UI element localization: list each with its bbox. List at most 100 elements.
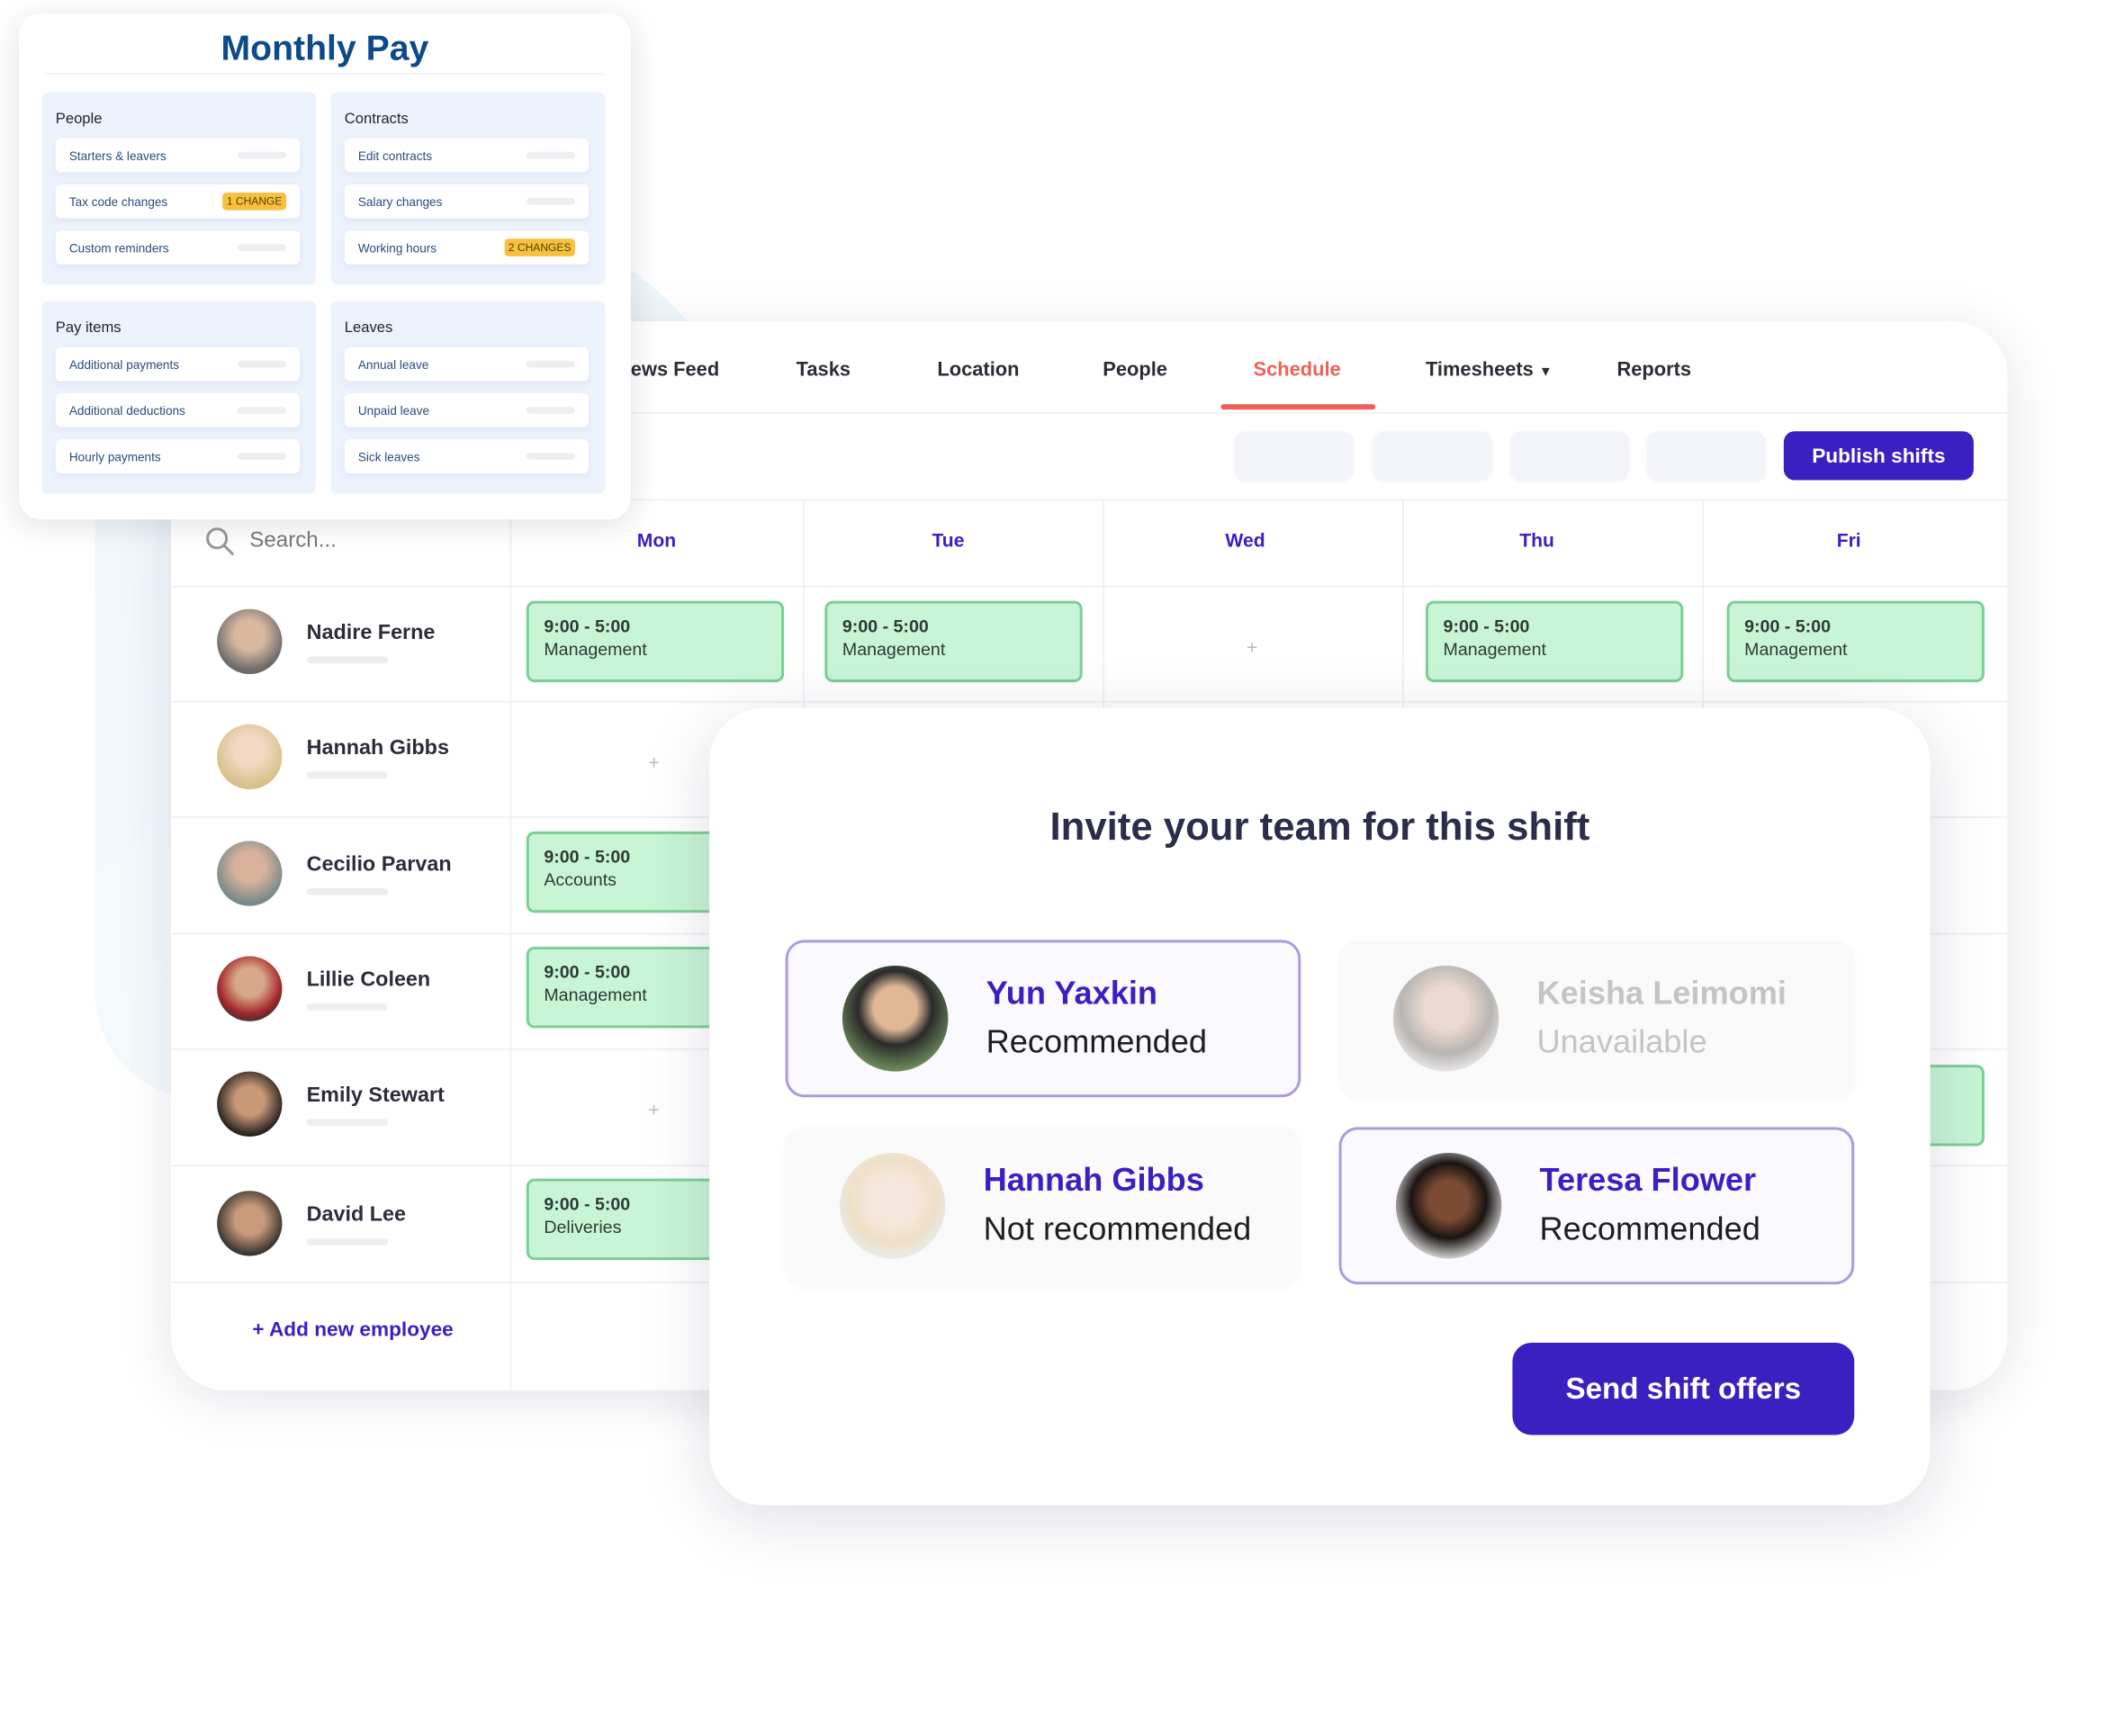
pay-item-label: Additional payments xyxy=(68,357,180,372)
toolbar-button[interactable] xyxy=(1373,431,1492,481)
send-shift-offers-button[interactable]: Send shift offers xyxy=(1512,1343,1855,1435)
tab-timesheets[interactable]: Timesheets ▼ xyxy=(1426,359,1553,381)
pay-item[interactable]: Additional deductions xyxy=(55,393,301,427)
section-pay-items: Pay items Additional payments Additional d… xyxy=(41,301,317,494)
pay-item-label: Annual leave xyxy=(357,357,429,372)
tab-schedule[interactable]: Schedule xyxy=(1254,359,1341,381)
employee-row[interactable]: Lillie Coleen xyxy=(217,956,430,1021)
placeholder-bar xyxy=(306,1003,389,1011)
employee-row[interactable]: Cecilio Parvan xyxy=(217,841,452,906)
section-leaves: Leaves Annual leave Unpaid leave Sick leave… xyxy=(330,301,606,494)
employee-row[interactable]: Emily Stewart xyxy=(217,1071,445,1137)
placeholder-bar xyxy=(306,655,389,663)
grid-line xyxy=(170,701,2008,703)
change-badge: 2 CHANGES xyxy=(504,238,576,256)
pay-item-label: Tax code changes xyxy=(68,194,168,209)
employee-name: Emily Stewart xyxy=(306,1083,445,1107)
monthly-pay-title: Monthly Pay xyxy=(221,27,429,68)
candidate-card[interactable]: Teresa Flower Recommended xyxy=(1338,1127,1855,1285)
pay-item[interactable]: Additional payments xyxy=(55,346,301,382)
candidate-card[interactable]: Yun Yaxkin Recommended xyxy=(785,940,1301,1098)
add-shift-icon[interactable]: + xyxy=(648,751,659,773)
tab-tasks[interactable]: Tasks xyxy=(797,359,851,381)
change-badge: 1 CHANGE xyxy=(222,193,286,211)
tab-news-feed[interactable]: ews Feed xyxy=(631,359,719,381)
candidate-name: Hannah Gibbs xyxy=(983,1162,1204,1200)
active-tab-indicator xyxy=(1220,404,1376,410)
pay-item[interactable]: Starters & leavers xyxy=(55,138,301,173)
shift-block[interactable]: 9:00 - 5:00 Management xyxy=(824,600,1083,683)
shift-role: Management xyxy=(544,638,647,660)
avatar xyxy=(1395,1153,1502,1259)
add-shift-icon[interactable]: + xyxy=(1247,636,1257,658)
grid-line xyxy=(170,586,2008,588)
employee-row[interactable]: Hannah Gibbs xyxy=(217,724,449,790)
section-people: People Starters & leavers Tax code changes… xyxy=(41,92,317,285)
tab-location[interactable]: Location xyxy=(937,359,1019,381)
pay-item[interactable]: Working hours 2 CHANGES xyxy=(344,230,590,265)
pay-item-label: Custom reminders xyxy=(68,240,169,255)
placeholder-bar xyxy=(237,151,286,159)
pay-item-label: Salary changes xyxy=(357,194,443,209)
section-heading: Contracts xyxy=(344,111,409,128)
publish-shifts-button[interactable]: Publish shifts xyxy=(1783,431,1974,481)
pay-item[interactable]: Annual leave xyxy=(344,346,590,382)
shift-time: 9:00 - 5:00 xyxy=(1744,616,1831,636)
add-employee-link[interactable]: + Add new employee xyxy=(252,1318,453,1342)
candidate-name: Yun Yaxkin xyxy=(986,975,1158,1012)
shift-block[interactable]: 9:00 - 5:00 Management xyxy=(526,600,785,683)
employee-name: Hannah Gibbs xyxy=(306,735,449,760)
tab-people[interactable]: People xyxy=(1103,359,1167,381)
employee-name: Nadire Ferne xyxy=(306,620,436,644)
shift-role: Management xyxy=(842,638,946,660)
avatar xyxy=(217,841,283,906)
placeholder-bar xyxy=(526,360,576,368)
employee-row[interactable]: Nadire Ferne xyxy=(217,608,436,675)
employee-row[interactable]: David Lee xyxy=(217,1191,406,1256)
pay-item[interactable]: Hourly payments xyxy=(55,439,301,473)
modal-title: Invite your team for this shift xyxy=(1049,805,1590,850)
candidate-status: Unavailable xyxy=(1536,1023,1707,1061)
employee-name: David Lee xyxy=(306,1202,406,1226)
placeholder-bar xyxy=(306,1118,389,1126)
grid-line xyxy=(509,499,512,1390)
shift-block[interactable]: 9:00 - 5:00 Management xyxy=(1425,600,1684,683)
avatar xyxy=(217,724,283,790)
avatar xyxy=(1392,966,1499,1072)
divider xyxy=(46,73,604,75)
pay-item-label: Working hours xyxy=(357,240,437,255)
search-icon xyxy=(206,527,235,556)
toolbar-button[interactable] xyxy=(1509,431,1630,481)
placeholder-bar xyxy=(526,453,576,460)
pay-item[interactable]: Edit contracts xyxy=(344,138,590,173)
candidate-card[interactable]: Hannah Gibbs Not recommended xyxy=(785,1127,1301,1285)
pay-item[interactable]: Tax code changes 1 CHANGE xyxy=(55,184,301,219)
pay-item[interactable]: Salary changes xyxy=(344,184,590,219)
avatar xyxy=(217,956,283,1021)
pay-item[interactable]: Custom reminders xyxy=(55,230,301,265)
candidate-card[interactable]: Keisha Leimomi Unavailable xyxy=(1338,940,1855,1098)
pay-item-label: Hourly payments xyxy=(68,449,161,463)
shift-block[interactable]: 9:00 - 5:00 Management xyxy=(1726,600,1985,683)
shift-role: Management xyxy=(1744,638,1848,660)
day-header-wed: Wed xyxy=(1225,528,1265,551)
employee-name: Cecilio Parvan xyxy=(306,852,452,876)
monthly-pay-card: Monthly Pay People Starters & leavers Tax … xyxy=(19,13,631,520)
placeholder-bar xyxy=(237,244,286,251)
pay-item[interactable]: Sick leaves xyxy=(344,439,590,473)
tab-reports[interactable]: Reports xyxy=(1616,359,1691,381)
pay-item-label: Unpaid leave xyxy=(357,403,430,418)
section-contracts: Contracts Edit contracts Salary changes Wor… xyxy=(330,92,606,285)
toolbar-button[interactable] xyxy=(1234,431,1355,481)
avatar xyxy=(217,608,283,675)
placeholder-bar xyxy=(237,407,286,414)
search-input[interactable]: Search... xyxy=(203,525,337,557)
section-heading: Leaves xyxy=(344,319,393,337)
pay-item[interactable]: Unpaid leave xyxy=(344,393,590,427)
pay-item-label: Starters & leavers xyxy=(68,148,167,163)
day-header-tue: Tue xyxy=(932,528,965,551)
toolbar-button[interactable] xyxy=(1646,431,1767,481)
add-shift-icon[interactable]: + xyxy=(648,1099,659,1120)
avatar xyxy=(217,1191,283,1256)
pay-item-label: Sick leaves xyxy=(357,449,420,463)
